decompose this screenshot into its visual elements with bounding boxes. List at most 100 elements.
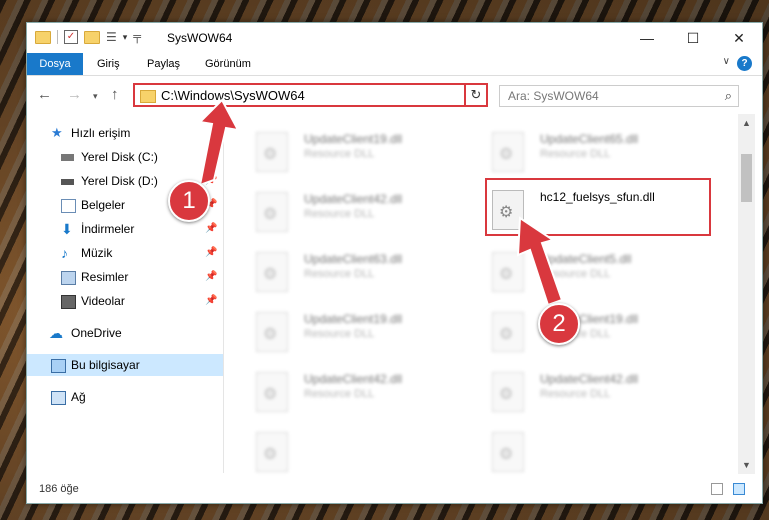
file-name: UpdateClient42.dll [540,372,639,386]
drive-icon [61,154,74,161]
tab-file[interactable]: Dosya [27,53,83,75]
file-type: Resource DLL [540,148,611,160]
pin-icon[interactable]: 📌 [205,242,217,264]
sidebar-item-pictures[interactable]: Resimler 📌 [27,266,223,288]
dll-file-icon [492,312,524,352]
recent-locations-icon[interactable]: ▾ [93,91,98,102]
tab-view[interactable]: Görünüm [205,53,251,75]
window-title: SysWOW64 [167,31,233,45]
sidebar-item-music[interactable]: ♪ Müzik 📌 [27,242,223,264]
pin-quick-access-icon[interactable]: ╤ [133,31,141,43]
file-name: UpdateClient19.dll [304,312,403,326]
file-list: UpdateClient19.dll Resource DLL UpdateCl… [232,114,737,474]
file-type: Resource DLL [304,328,375,340]
search-icon[interactable]: ⌕ [725,88,732,104]
back-button[interactable]: ← [37,86,52,103]
sidebar-item-this-pc[interactable]: Bu bilgisayar [27,354,223,376]
vertical-scrollbar[interactable]: ▲ ▼ [738,114,755,474]
file-item[interactable]: UpdateClient5.dll Resource DLL [478,244,698,296]
maximize-button[interactable]: ☐ [670,23,716,53]
file-type: Resource DLL [304,388,375,400]
dll-file-icon [492,432,524,472]
computer-icon [51,359,66,373]
details-view-icon[interactable] [711,483,723,495]
large-icons-view-icon[interactable] [733,483,745,495]
sidebar-item-disk-c[interactable]: Yerel Disk (C:) 📌 [27,146,223,168]
music-icon: ♪ [61,245,68,261]
separator [57,30,58,44]
dll-file-icon [492,132,524,172]
sidebar-item-videos[interactable]: Videolar 📌 [27,290,223,312]
file-type: Resource DLL [304,268,375,280]
minimize-button[interactable]: — [624,23,670,53]
file-item[interactable]: UpdateClient19.dll Resource DLL [242,304,462,356]
file-item[interactable]: UpdateClient65.dll Resource DLL [478,124,698,176]
sidebar-item-network[interactable]: Ağ [27,386,223,408]
address-path[interactable]: C:\Windows\SysWOW64 [161,88,305,103]
file-name: UpdateClient42.dll [304,372,403,386]
pin-icon[interactable]: 📌 [205,146,217,168]
address-bar[interactable]: C:\Windows\SysWOW64 ∨ [133,83,488,107]
item-count: 186 öğe [39,483,79,495]
forward-button[interactable]: → [67,86,82,103]
dll-file-icon [256,372,288,412]
sidebar-item-label: Yerel Disk (C:) [81,150,158,164]
drive-icon [61,179,74,185]
sidebar-item-label: OneDrive [71,326,122,340]
sidebar-item-label: Müzik [81,246,113,260]
tab-home[interactable]: Giriş [97,53,120,75]
scroll-up-icon[interactable]: ▲ [742,118,751,128]
file-explorer-window: ✓ ☰ ▾ ╤ SysWOW64 — ☐ ✕ Dosya Giriş Payla… [26,22,763,504]
file-item[interactable]: UpdateClient19.dll Resource DLL [242,124,462,176]
file-type: Resource DLL [304,148,375,160]
sidebar-item-label: Ağ [71,390,86,404]
sidebar-item-label: İndirmeler [81,222,135,236]
new-folder-icon[interactable] [84,30,100,44]
callout-1: 1 [168,180,210,222]
sidebar-item-label: Videolar [81,294,125,308]
star-icon: ★ [51,125,63,140]
properties-icon[interactable]: ✓ [64,30,78,44]
highlight-box [485,178,711,236]
file-name: UpdateClient63.dll [304,252,403,266]
file-item[interactable]: UpdateClient63.dll Resource DLL [242,244,462,296]
sidebar-item-label: Belgeler [81,198,126,212]
close-button[interactable]: ✕ [716,23,762,53]
tab-share[interactable]: Paylaş [147,53,180,75]
search-input[interactable]: Ara: SysWOW64 ⌕ [499,85,739,107]
sidebar-item-label: Hızlı erişim [71,126,131,140]
file-item[interactable]: UpdateClient42.dll Resource DLL [478,364,698,416]
document-icon [61,199,76,213]
file-item[interactable]: UpdateClient42.dll Resource DLL [242,364,462,416]
pin-icon[interactable]: 📌 [205,218,217,240]
sidebar-item-onedrive[interactable]: ☁ OneDrive [27,322,223,344]
folder-icon [140,90,156,103]
up-button[interactable]: ↑ [111,86,119,103]
pin-icon[interactable]: 📌 [205,170,217,192]
file-name: UpdateClient5.dll [540,252,632,266]
sidebar-item-label: Bu bilgisayar [71,358,140,372]
file-item[interactable]: UpdateClient42.dll Resource DLL [242,184,462,236]
expand-ribbon-icon[interactable]: ∨ [723,56,730,67]
dll-file-icon [256,432,288,472]
file-item[interactable] [242,424,462,476]
file-item[interactable] [478,424,698,476]
title-bar: ✓ ☰ ▾ ╤ SysWOW64 — ☐ ✕ [27,23,762,53]
scroll-down-icon[interactable]: ▼ [742,460,751,470]
sidebar-item-label: Resimler [81,270,129,284]
cloud-icon: ☁ [49,325,63,341]
sidebar-item-label: Yerel Disk (D:) [81,174,158,188]
pane-divider[interactable] [223,114,224,473]
file-name: UpdateClient42.dll [304,192,403,206]
quick-access-toolbar: ✓ ☰ ▾ ╤ [35,30,141,44]
refresh-button[interactable]: ↻ [464,83,488,107]
customize-dropdown-icon[interactable]: ▾ [123,32,128,43]
pin-icon[interactable]: 📌 [205,266,217,288]
scrollbar-thumb[interactable] [741,154,752,202]
callout-2: 2 [538,303,580,345]
pin-icon[interactable]: 📌 [205,290,217,312]
help-button[interactable]: ? [737,56,752,71]
view-icon[interactable]: ☰ [106,30,117,44]
file-item[interactable]: UpdateClient19.dll Resource DLL [478,304,698,356]
sidebar-item-quick-access[interactable]: ★ Hızlı erişim [27,122,223,144]
